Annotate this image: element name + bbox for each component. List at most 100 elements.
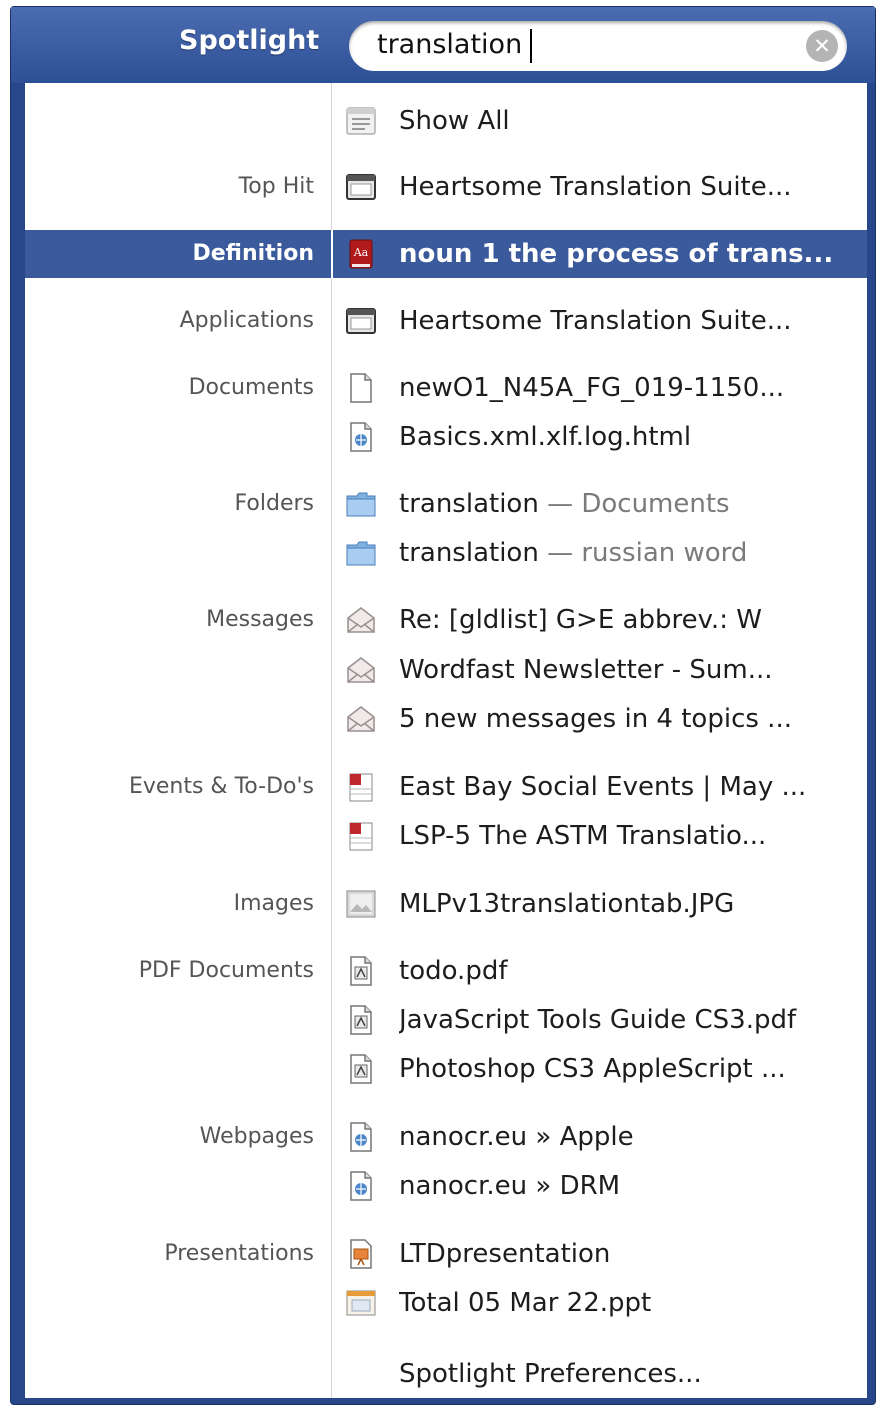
result-name: LSP-5 The ASTM Translatio... [399,812,863,860]
result-name: Re: [gldlist] G>E abbrev.: W [399,596,863,644]
result-row[interactable]: Basics.xml.xlf.log.html [25,413,867,461]
result-row[interactable]: Webpages nanocr.eu » Apple [25,1113,867,1161]
result-row[interactable]: PDF Documents todo.pdf [25,947,867,995]
result-name: noun 1 the process of trans... [399,230,863,278]
result-name: newO1_N45A_FG_019-1150... [399,364,863,412]
result-name: LTDpresentation [399,1230,863,1278]
calendar-icon [345,771,377,803]
result-row[interactable]: Presentations LTDpresentation [25,1230,867,1278]
result-title: translation [399,489,539,519]
result-name: translation — Documents [399,480,863,528]
folder-icon [345,537,377,569]
pdf-icon [345,1053,377,1085]
result-title: Heartsome Translation Suite... [399,306,792,336]
category-label: Documents [188,375,314,400]
result-name: MLPv13translationtab.JPG [399,880,863,928]
result-name: 5 new messages in 4 topics ... [399,695,863,743]
webpage-icon [345,1170,377,1202]
result-row[interactable]: Spotlight Preferences... [25,1350,867,1398]
result-title: Heartsome Translation Suite... [399,172,792,202]
dictionary-icon: Aa [345,238,377,270]
result-title: newO1_N45A_FG_019-1150... [399,373,785,403]
result-row[interactable]: Wordfast Newsletter - Sum... [25,646,867,694]
result-row[interactable]: Messages Re: [gldlist] G>E abbrev.: W [25,596,867,644]
calendar-icon [345,820,377,852]
result-row[interactable]: Images MLPv13translationtab.JPG [25,880,867,928]
mail-icon [345,654,377,686]
result-title: todo.pdf [399,956,508,986]
result-title: Spotlight Preferences... [399,1359,702,1389]
result-row[interactable]: Total 05 Mar 22.ppt [25,1279,867,1327]
category-label [25,996,314,1044]
result-row[interactable]: Documents newO1_N45A_FG_019-1150... [25,364,867,412]
spotlight-title: Spotlight [179,25,320,56]
html-document-icon [345,421,377,453]
result-name: Heartsome Translation Suite... [399,163,863,211]
result-title: noun 1 the process of trans... [399,239,834,269]
result-name: Wordfast Newsletter - Sum... [399,646,863,694]
result-row[interactable]: JavaScript Tools Guide CS3.pdf [25,996,867,1044]
pdf-icon [345,1004,377,1036]
category-label [25,529,314,577]
category-label [25,1279,314,1327]
results-panel: Show All Top Hit Heartsome Translation Sui… [25,83,867,1398]
category-label: Applications [179,308,314,333]
search-field[interactable]: translation ✕ [349,21,847,71]
result-name: translation — russian word [399,529,863,577]
result-row[interactable]: Top Hit Heartsome Translation Suite... [25,163,867,211]
result-title: LSP-5 The ASTM Translatio... [399,821,767,851]
result-name: Basics.xml.xlf.log.html [399,413,863,461]
category-label [25,695,314,743]
category-label: Events & To-Do's [128,774,314,799]
results-list: Show All Top Hit Heartsome Translation Sui… [25,83,867,1398]
result-title: nanocr.eu » Apple [399,1122,634,1152]
show-all-icon [345,105,377,137]
folder-icon [345,488,377,520]
result-title: Wordfast Newsletter - Sum... [399,655,773,685]
category-label: Messages [206,607,314,632]
result-title: East Bay Social Events | May ... [399,772,807,802]
result-location: — Documents [538,489,730,519]
application-icon [345,171,377,203]
spotlight-header: Spotlight translation ✕ [11,7,875,83]
category-label: Webpages [199,1124,314,1149]
category-label: PDF Documents [138,958,314,983]
result-name: JavaScript Tools Guide CS3.pdf [399,996,863,1044]
result-row[interactable]: Definition Aa noun 1 the process of trans.… [25,230,867,278]
result-title: translation [399,538,539,568]
result-title: Total 05 Mar 22.ppt [399,1288,652,1318]
result-row[interactable]: 5 new messages in 4 topics ... [25,695,867,743]
category-label [25,97,314,145]
image-icon [345,888,377,920]
result-row[interactable]: Events & To-Do's East Bay Social Events |… [25,763,867,811]
presentation-icon [345,1238,377,1270]
category-label: Presentations [164,1241,314,1266]
category-label [25,646,314,694]
result-row[interactable]: nanocr.eu » DRM [25,1162,867,1210]
result-row[interactable]: Photoshop CS3 AppleScript ... [25,1045,867,1093]
result-row[interactable]: Applications Heartsome Translation Suite.… [25,297,867,345]
result-title: nanocr.eu » DRM [399,1171,621,1201]
result-row[interactable]: Show All [25,97,867,145]
result-title: Show All [399,106,510,136]
document-icon [345,372,377,404]
result-title: 5 new messages in 4 topics ... [399,704,792,734]
spotlight-window: Spotlight translation ✕ Show All Top Hit H… [10,6,876,1405]
category-label [25,1162,314,1210]
category-label: Images [233,891,314,916]
clear-search-icon[interactable]: ✕ [806,30,838,62]
result-title: LTDpresentation [399,1239,611,1269]
result-title: Photoshop CS3 AppleScript ... [399,1054,786,1084]
category-label: Top Hit [238,174,314,199]
result-row[interactable]: Folders translation — Documents [25,480,867,528]
text-caret [530,29,532,63]
category-label [25,1350,314,1398]
slides-icon [345,1287,377,1319]
category-label [25,1045,314,1093]
result-title: Re: [gldlist] G>E abbrev.: W [399,605,762,635]
result-name: nanocr.eu » Apple [399,1113,863,1161]
result-row[interactable]: LSP-5 The ASTM Translatio... [25,812,867,860]
search-input[interactable]: translation [377,29,522,60]
result-title: JavaScript Tools Guide CS3.pdf [399,1005,797,1035]
result-row[interactable]: translation — russian word [25,529,867,577]
